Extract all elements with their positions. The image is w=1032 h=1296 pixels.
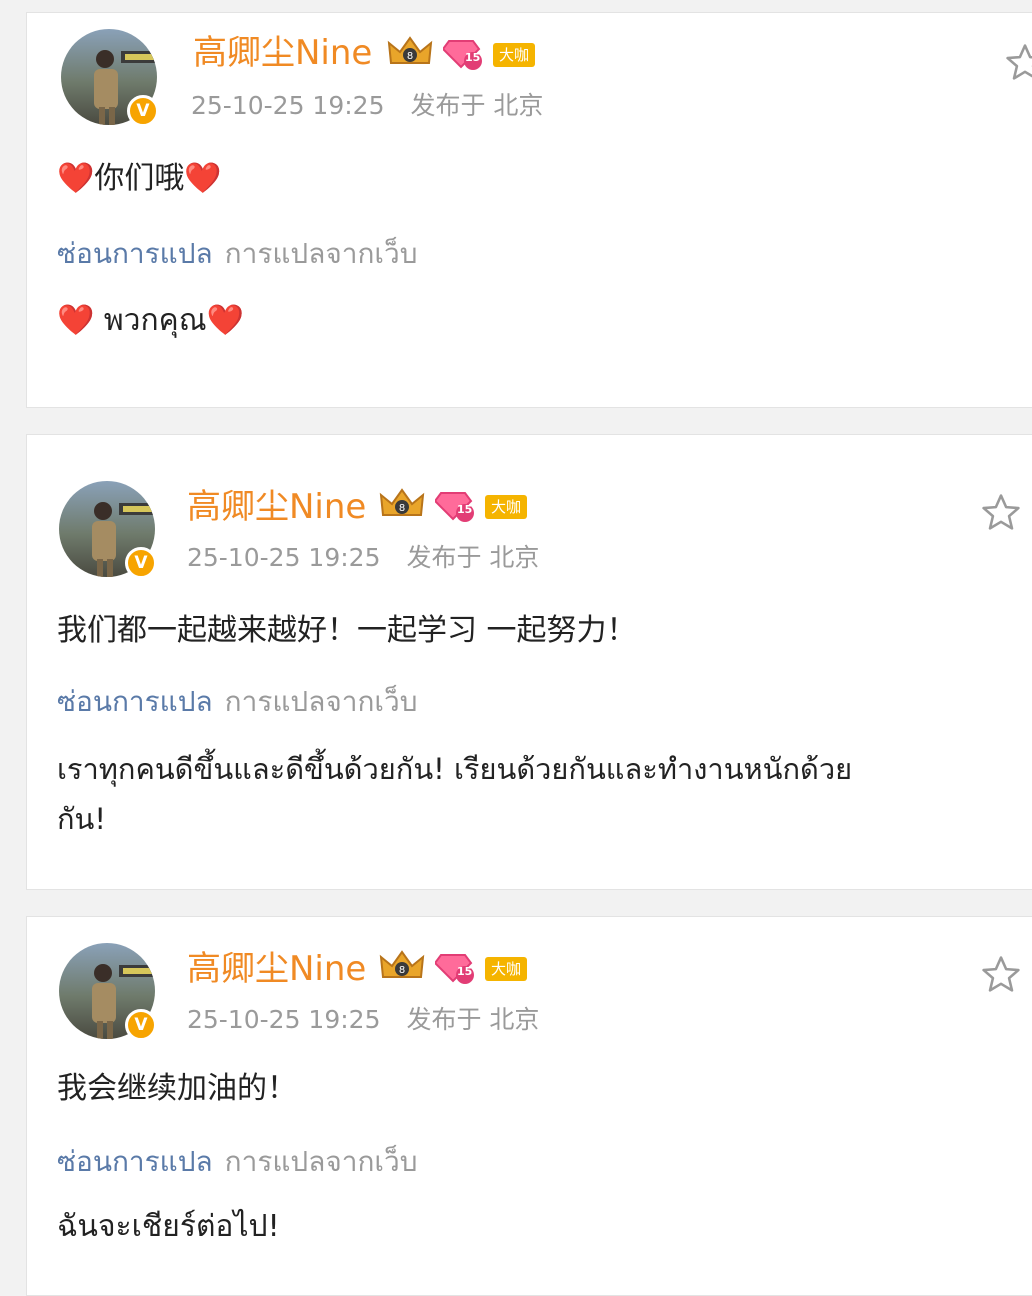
location: 发布于 北京 (410, 91, 544, 120)
hide-translation-link[interactable]: ซ่อนการแปล (57, 237, 213, 270)
diamond-level-icon: 15 (433, 487, 475, 527)
verified-badge-icon: V (127, 95, 159, 127)
level-number: 15 (465, 51, 481, 64)
post-card: V 高卿尘Nine 8 15 大咖 25-10-25 19:25 发布于 北京 … (26, 12, 1032, 408)
svg-text:8: 8 (399, 965, 405, 976)
username[interactable]: 高卿尘Nine (187, 487, 366, 527)
svg-text:8: 8 (407, 51, 413, 62)
timestamp: 25-10-25 19:25 (187, 543, 381, 572)
location: 发布于 北京 (406, 1005, 540, 1034)
translated-text: ❤️ พวกคุณ❤️ (57, 299, 244, 343)
post-card: V 高卿尘Nine 8 15 大咖 25-10-25 19:25 发布于 北京 … (26, 916, 1032, 1296)
hide-translation-link[interactable]: ซ่อนการแปล (57, 685, 213, 718)
username[interactable]: 高卿尘Nine (193, 33, 372, 73)
translated-text-line: เราทุกคนดีขึ้นและดีขึ้นด้วยกัน! เรียนด้ว… (57, 752, 853, 786)
post-text: 我们都一起越来越好！一起学习 一起努力！ (57, 613, 637, 648)
translation-source: การแปลจากเว็บ (224, 237, 418, 270)
post-text-main: 你们哦 (94, 161, 185, 196)
svg-text:8: 8 (399, 503, 405, 514)
heart-emoji: ❤️ (206, 303, 244, 338)
diamond-level-icon: 15 (433, 949, 475, 989)
heart-emoji: ❤️ (57, 161, 95, 196)
avatar[interactable]: V (61, 29, 161, 129)
user-badges: 8 15 大咖 (379, 487, 528, 527)
user-badges: 8 15 大咖 (387, 35, 536, 75)
username[interactable]: 高卿尘Nine (187, 949, 366, 989)
translation-source: การแปลจากเว็บ (224, 1145, 418, 1178)
vip-tag: 大咖 (485, 957, 528, 981)
translation-bar: ซ่อนการแปล การแปลจากเว็บ (57, 237, 418, 271)
level-number: 15 (457, 965, 473, 978)
vip-tag: 大咖 (485, 495, 528, 519)
heart-emoji: ❤️ (57, 303, 104, 338)
post-text: ❤️你们哦❤️ (57, 157, 222, 201)
crown-icon: 8 (379, 949, 425, 989)
crown-icon: 8 (379, 487, 425, 527)
verified-badge-icon: V (125, 1009, 157, 1041)
post-card: V 高卿尘Nine 8 15 大咖 25-10-25 19:25 发布于 北京 … (26, 434, 1032, 890)
translated-text: ฉันจะเชียร์ต่อไป! (57, 1209, 280, 1244)
translated-text-main: พวกคุณ (103, 303, 207, 338)
translation-bar: ซ่อนการแปล การแปลจากเว็บ (57, 685, 418, 719)
post-meta: 25-10-25 19:25 发布于 北京 (187, 543, 539, 573)
hide-translation-link[interactable]: ซ่อนการแปล (57, 1145, 213, 1178)
translation-source: การแปลจากเว็บ (224, 685, 418, 718)
diamond-level-icon: 15 (441, 35, 483, 75)
translated-text-line: กัน! (57, 802, 107, 836)
star-outline-icon[interactable] (1003, 41, 1032, 85)
location: 发布于 北京 (406, 543, 540, 572)
post-text: 我会继续加油的！ (57, 1071, 297, 1106)
star-outline-icon[interactable] (979, 491, 1023, 535)
avatar[interactable]: V (59, 481, 159, 581)
heart-emoji: ❤️ (184, 161, 222, 196)
post-meta: 25-10-25 19:25 发布于 北京 (187, 1005, 539, 1035)
level-number: 15 (457, 503, 473, 516)
crown-icon: 8 (387, 35, 433, 75)
avatar[interactable]: V (59, 943, 159, 1043)
star-outline-icon[interactable] (979, 953, 1023, 997)
vip-tag: 大咖 (493, 43, 536, 67)
timestamp: 25-10-25 19:25 (187, 1005, 381, 1034)
timestamp: 25-10-25 19:25 (191, 91, 385, 120)
verified-badge-icon: V (125, 547, 157, 579)
post-meta: 25-10-25 19:25 发布于 北京 (191, 91, 543, 121)
user-badges: 8 15 大咖 (379, 949, 528, 989)
translation-bar: ซ่อนการแปล การแปลจากเว็บ (57, 1145, 418, 1179)
